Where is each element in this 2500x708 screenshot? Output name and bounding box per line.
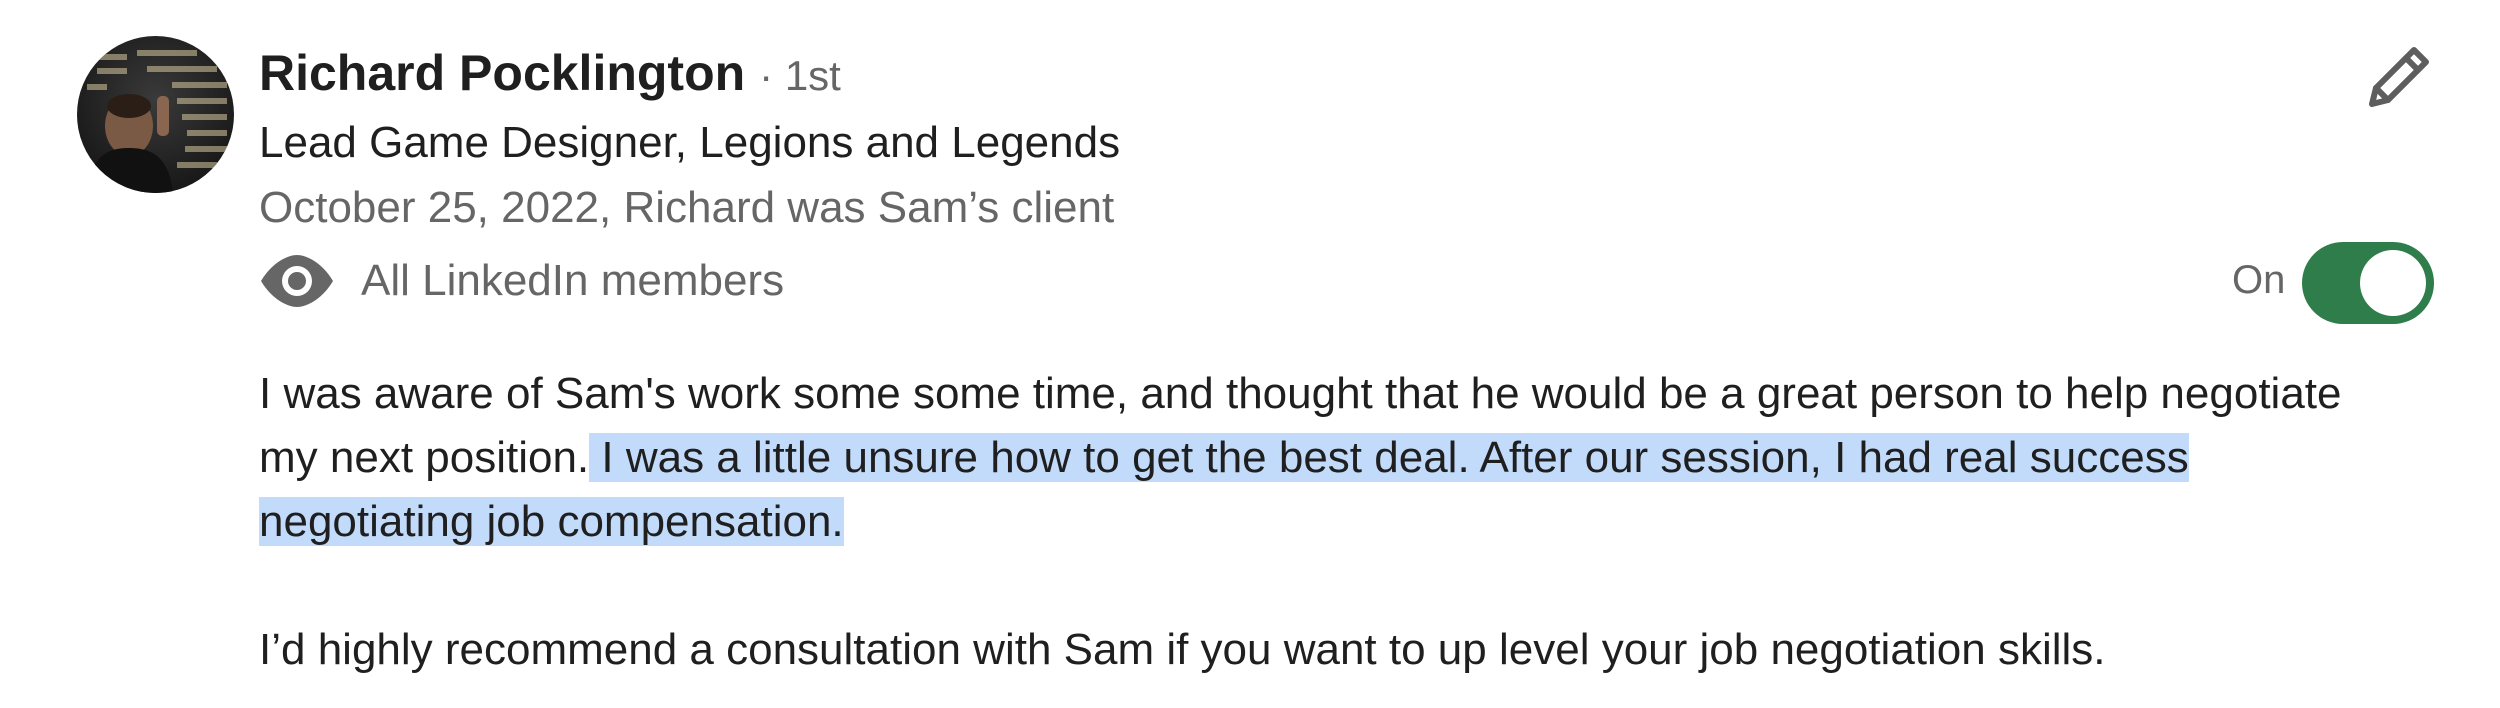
avatar-photo [87, 50, 227, 193]
visibility-label: All LinkedIn members [361, 256, 785, 305]
recommendation-text: I was aware of Sam's work some some time… [259, 362, 2409, 682]
connection-degree: · 1st [759, 52, 841, 99]
author-headline: Lead Game Designer, Legions and Legends [259, 118, 1121, 167]
pencil-icon [2369, 47, 2429, 107]
author-row: Richard Pocklington · 1st [259, 44, 841, 102]
toggle-state-label: On [2232, 258, 2286, 302]
recommendation-paragraph: I’d highly recommend a consultation with… [259, 625, 2106, 674]
avatar[interactable] [77, 36, 234, 193]
recommendation-paragraph: I was aware of Sam's work some some time… [259, 362, 2409, 554]
toggle-knob [2360, 250, 2426, 316]
eye-icon [261, 255, 333, 307]
recommendation-date-relationship: October 25, 2022, Richard was Sam’s clie… [259, 183, 1115, 232]
author-name[interactable]: Richard Pocklington [259, 44, 745, 102]
visibility-toggle[interactable] [2302, 242, 2434, 324]
visibility-row: All LinkedIn members [259, 253, 784, 309]
edit-button[interactable] [2362, 40, 2436, 114]
